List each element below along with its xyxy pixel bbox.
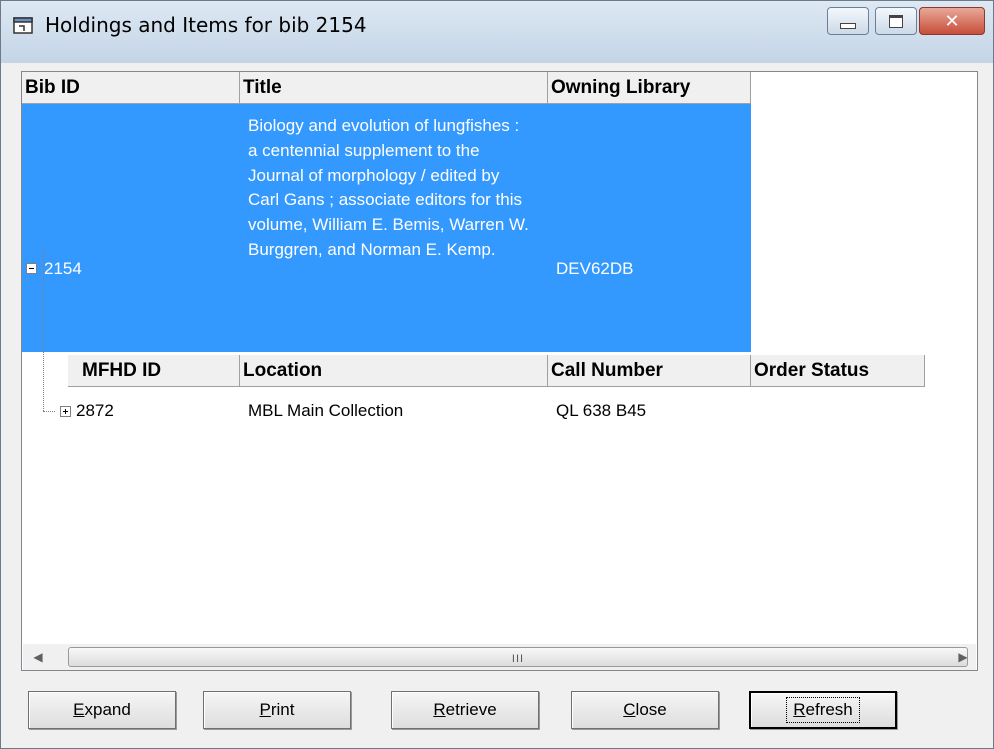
window-title: Holdings and Items for bib 2154 — [45, 13, 367, 37]
collapse-icon[interactable] — [26, 263, 37, 274]
column-header-location[interactable]: Location — [240, 355, 548, 387]
scrollbar-thumb[interactable]: III — [68, 647, 968, 667]
retrieve-button-label: Retrieve — [433, 700, 497, 719]
expand-button[interactable]: Expand — [28, 691, 176, 729]
mfhd-id-cell: 2872 — [76, 401, 114, 420]
expand-icon[interactable] — [60, 406, 71, 417]
scrollbar-grip-icon: III — [511, 653, 525, 665]
owning-library-cell: DEV62DB — [556, 259, 634, 278]
column-header-mfhd-id[interactable]: MFHD ID — [68, 355, 240, 387]
close-button-label: Close — [623, 700, 667, 719]
minimize-button[interactable] — [827, 7, 869, 35]
horizontal-scrollbar[interactable]: ◀ III ▶ — [23, 644, 976, 670]
title-bar[interactable]: Holdings and Items for bib 2154 ✕ — [1, 1, 993, 63]
scroll-right-icon[interactable]: ▶ — [952, 644, 974, 670]
tree-line-vertical — [43, 249, 44, 411]
retrieve-button[interactable]: Retrieve — [391, 691, 539, 729]
column-header-order-status[interactable]: Order Status — [751, 355, 925, 387]
holdings-window: Holdings and Items for bib 2154 ✕ Bib ID… — [0, 0, 994, 749]
print-button[interactable]: Print — [203, 691, 351, 729]
close-window-button[interactable]: ✕ — [919, 7, 985, 35]
location-cell: MBL Main Collection — [248, 401, 404, 420]
refresh-button[interactable]: Refresh — [749, 691, 897, 729]
expand-button-label: Expand — [73, 700, 131, 719]
title-cell: Biology and evolution of lungfishes : a … — [248, 116, 529, 259]
window-app-icon — [13, 17, 33, 34]
bib-id-cell: 2154 — [44, 259, 82, 278]
mfhd-row[interactable]: 2872 MBL Main Collection QL 638 B45 — [22, 398, 925, 424]
column-header-owning-library[interactable]: Owning Library — [548, 72, 751, 104]
refresh-button-label: Refresh — [786, 697, 860, 723]
column-header-call-number[interactable]: Call Number — [548, 355, 751, 387]
minimize-icon — [840, 23, 856, 29]
bib-row-selected[interactable]: 2154 Biology and evolution of lungfishes… — [22, 104, 751, 352]
close-button[interactable]: Close — [571, 691, 719, 729]
print-button-label: Print — [259, 700, 295, 719]
maximize-icon — [889, 14, 903, 28]
column-header-title[interactable]: Title — [240, 72, 548, 104]
scroll-left-icon[interactable]: ◀ — [27, 644, 49, 670]
maximize-button[interactable] — [875, 7, 917, 35]
column-header-bib-id[interactable]: Bib ID — [22, 72, 240, 104]
holdings-grid[interactable]: Bib ID Title Owning Library 2154 Biology… — [21, 71, 978, 671]
close-icon: ✕ — [944, 10, 960, 32]
call-number-cell: QL 638 B45 — [556, 401, 647, 420]
